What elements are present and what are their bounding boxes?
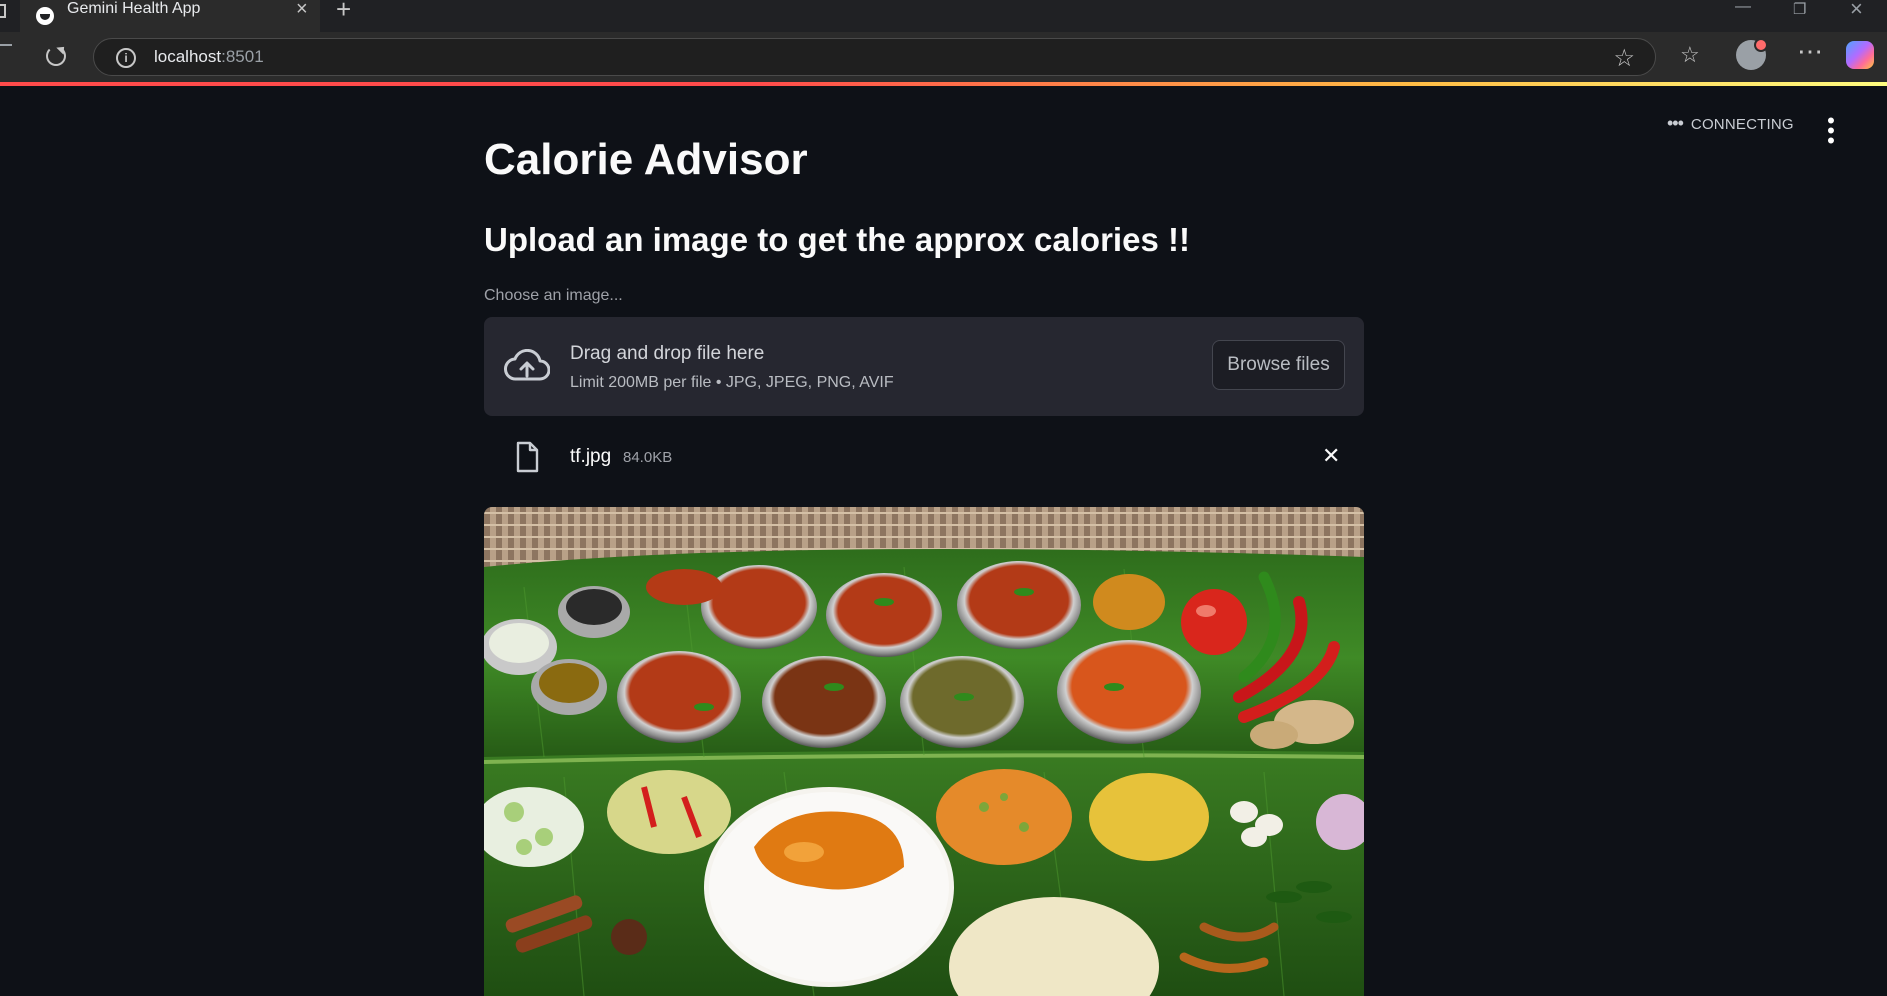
- connection-status-text: CONNECTING: [1690, 116, 1794, 133]
- address-bar[interactable]: i localhost:8501 ☆: [93, 38, 1656, 76]
- connection-status: ••• CONNECTING: [1667, 112, 1794, 134]
- uploaded-file-name: tf.jpg: [570, 446, 612, 467]
- back-arrow-icon[interactable]: [0, 44, 12, 46]
- uploaded-food-image: [484, 507, 1364, 996]
- page-title: Calorie Advisor: [484, 135, 808, 184]
- app-view: ••• CONNECTING • • • Calorie Advisor Uploa…: [0, 86, 1887, 996]
- file-icon: [516, 441, 539, 473]
- uploader-label: Choose an image...: [484, 287, 623, 304]
- profile-avatar[interactable]: [1736, 38, 1768, 70]
- window-close-icon[interactable]: ×: [1850, 0, 1863, 22]
- more-options-icon[interactable]: ⋯: [1797, 36, 1823, 67]
- browser-tab-bar: Gemini Health App × + — ❐ ×: [0, 0, 1887, 32]
- browser-tab[interactable]: Gemini Health App ×: [20, 0, 320, 32]
- uploaded-file-size: 84.0KB: [623, 449, 673, 466]
- new-tab-icon[interactable]: +: [336, 0, 351, 22]
- browse-files-button[interactable]: Browse files: [1212, 340, 1345, 390]
- browser-toolbar: i localhost:8501 ☆ ☆ ⋯: [0, 32, 1887, 82]
- page-subheader: Upload an image to get the approx calori…: [484, 221, 1190, 258]
- url-host: localhost: [154, 47, 222, 66]
- cloud-upload-icon: [504, 349, 550, 381]
- file-dropzone[interactable]: Drag and drop file here Limit 200MB per …: [484, 317, 1364, 416]
- main-menu-icon[interactable]: • • •: [1826, 110, 1836, 152]
- connecting-dots-icon: •••: [1667, 112, 1684, 133]
- streamlit-favicon-icon: [36, 7, 54, 25]
- reload-icon[interactable]: [46, 46, 66, 66]
- restore-icon[interactable]: ❐: [1793, 0, 1806, 18]
- tab-actions-icon[interactable]: [0, 4, 6, 18]
- tab-title: Gemini Health App: [67, 0, 201, 17]
- food-photo: [484, 507, 1364, 996]
- tab-close-icon[interactable]: ×: [296, 0, 308, 19]
- favorites-list-icon[interactable]: ☆: [1680, 42, 1700, 68]
- copilot-icon[interactable]: [1846, 41, 1874, 69]
- dropzone-limits: Limit 200MB per file • JPG, JPEG, PNG, A…: [570, 374, 894, 391]
- url-port: :8501: [221, 47, 264, 66]
- dropzone-instructions: Drag and drop file here: [570, 343, 765, 364]
- remove-file-icon[interactable]: ✕: [1322, 445, 1340, 467]
- minimize-icon[interactable]: —: [1735, 0, 1751, 16]
- uploaded-file-row: tf.jpg 84.0KB ✕: [484, 431, 1364, 487]
- favorite-star-icon[interactable]: ☆: [1613, 44, 1635, 73]
- url-text[interactable]: localhost:8501: [154, 47, 264, 67]
- site-info-icon[interactable]: i: [116, 48, 136, 68]
